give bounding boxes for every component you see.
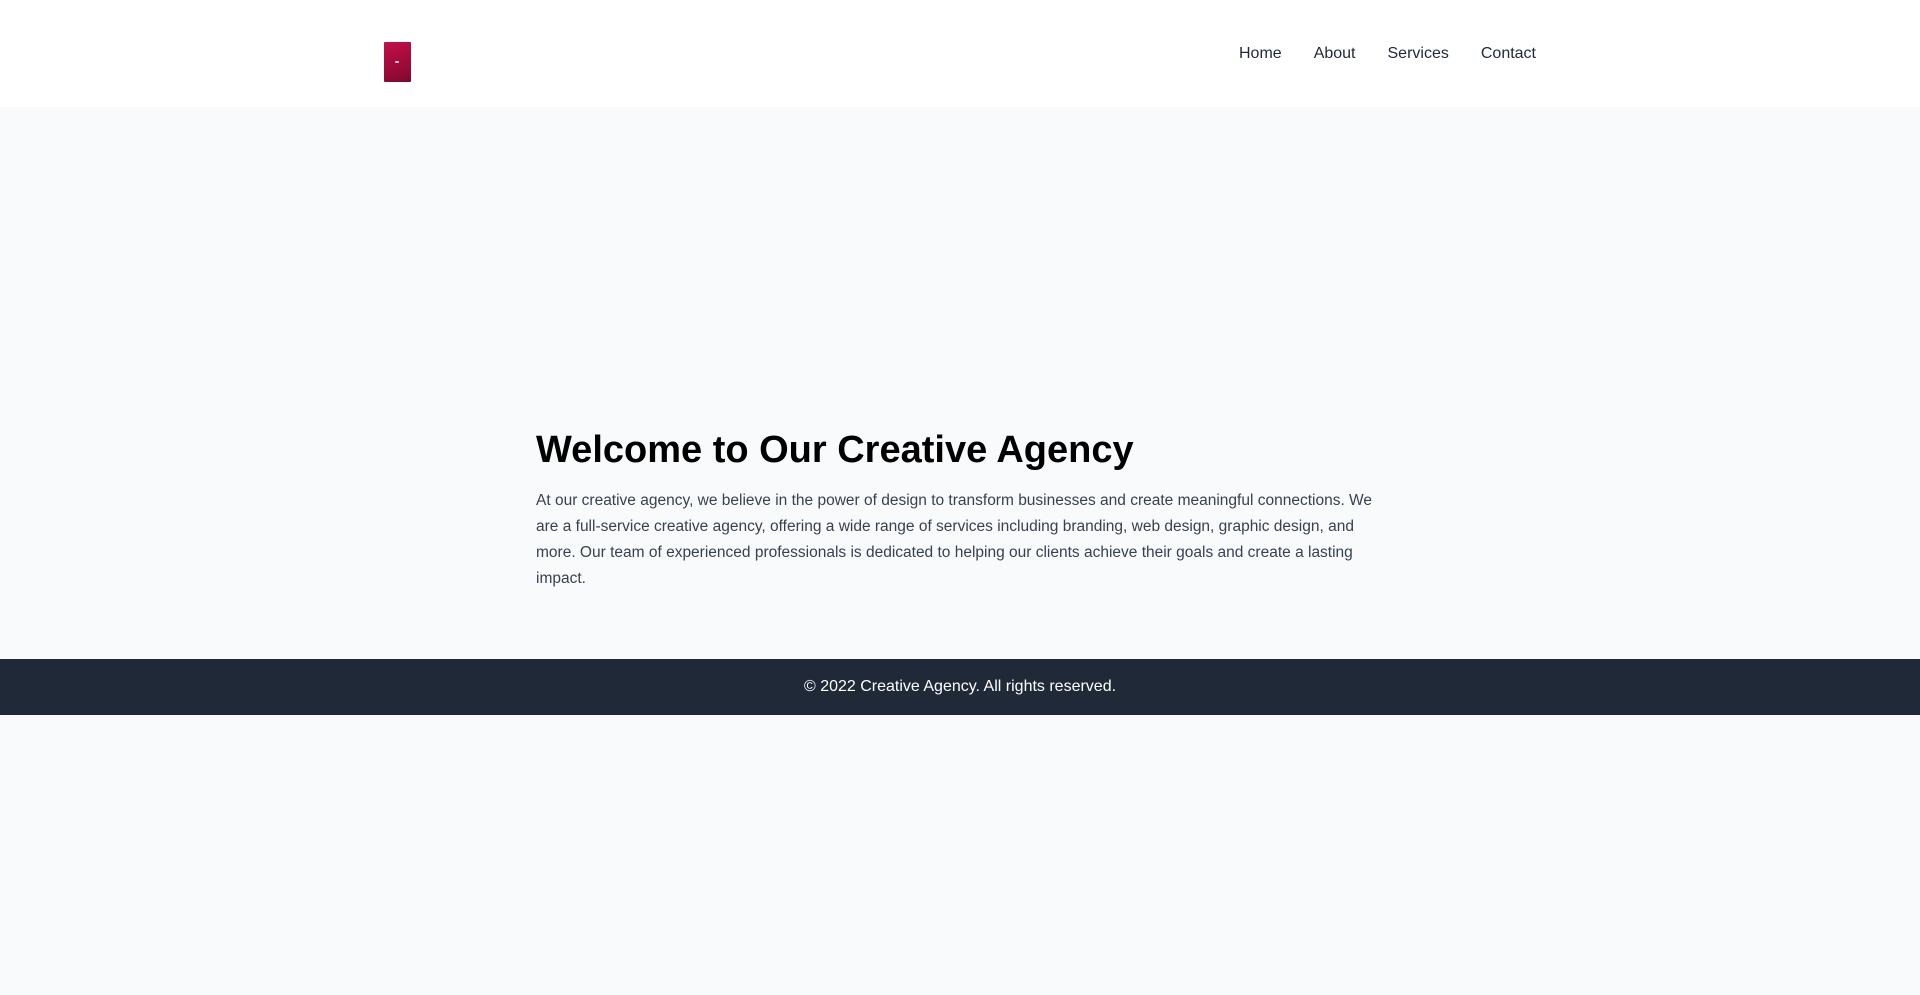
site-footer: © 2022 Creative Agency. All rights reser… — [0, 659, 1920, 715]
main-nav: Home About Services Contact — [1239, 42, 1536, 66]
logo-icon[interactable] — [384, 42, 411, 82]
intro-paragraph: At our creative agency, we believe in th… — [536, 492, 1373, 587]
page-title: Welcome to Our Creative Agency — [536, 429, 1134, 471]
nav-link-about[interactable]: About — [1314, 42, 1356, 66]
nav-link-home[interactable]: Home — [1239, 42, 1282, 66]
copyright-text: © 2022 Creative Agency. All rights reser… — [803, 678, 1117, 695]
nav-link-services[interactable]: Services — [1388, 42, 1449, 66]
site-header: Home About Services Contact — [0, 0, 1920, 107]
hero-section: Welcome to Our Creative Agency At our cr… — [536, 426, 1384, 592]
logo-glint — [395, 61, 399, 63]
nav-link-contact[interactable]: Contact — [1481, 42, 1536, 66]
